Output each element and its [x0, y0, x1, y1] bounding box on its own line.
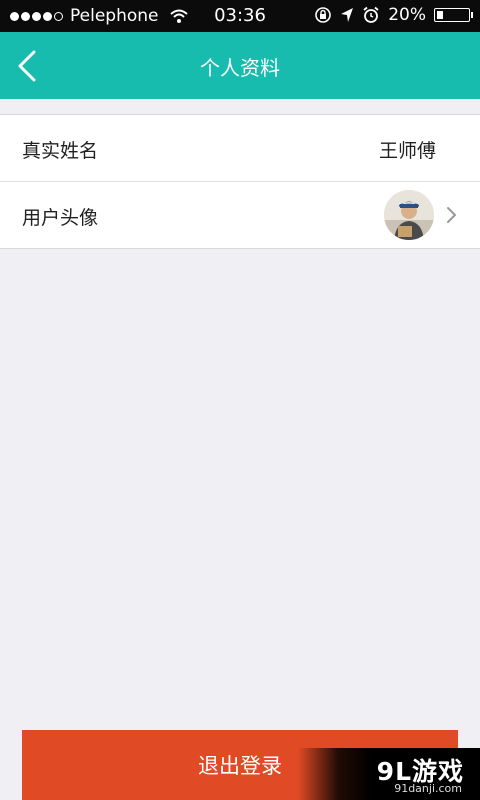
chevron-right-icon	[447, 207, 456, 223]
avatar-row[interactable]: 用户头像	[0, 181, 480, 248]
name-value: 王师傅	[378, 140, 436, 162]
name-row: 真实姓名 王师傅	[0, 115, 480, 181]
location-arrow-icon	[341, 8, 354, 22]
alarm-icon	[363, 6, 379, 23]
battery-icon	[434, 8, 473, 22]
battery-percent: 20%	[388, 5, 426, 25]
avatar-label: 用户头像	[22, 207, 99, 229]
status-bar: Pelephone 03:36 20%	[0, 0, 480, 32]
page-title: 个人资料	[200, 56, 280, 80]
avatar[interactable]	[384, 190, 434, 240]
battery-level-fill	[437, 11, 443, 19]
profile-list: 真实姓名 王师傅 用户头像	[0, 114, 480, 249]
site-watermark: 9L游戏 91danji.com	[298, 748, 480, 800]
name-label: 真实姓名	[22, 140, 99, 162]
watermark-site: 91danji.com	[394, 782, 462, 795]
status-right: 20%	[306, 5, 473, 25]
user-avatar-photo	[384, 190, 434, 240]
rotation-lock-icon	[315, 7, 332, 23]
nav-bar: 个人资料	[0, 32, 480, 99]
